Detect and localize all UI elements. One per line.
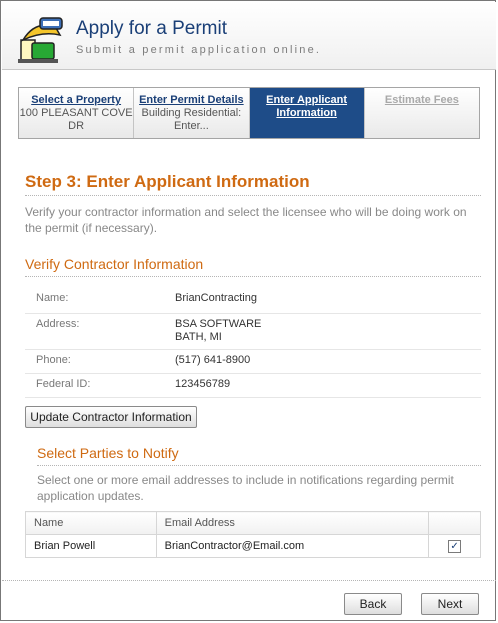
wizard-step-permit-details[interactable]: Enter Permit Details Building Residentia…: [134, 88, 250, 138]
step-heading: Step 3: Enter Applicant Information: [25, 172, 310, 191]
column-header-name: Name: [25, 511, 157, 535]
column-header-email: Email Address: [155, 511, 430, 535]
step-description: Verify your contractor information and s…: [25, 205, 467, 235]
address-line-1: BSA SOFTWARE: [175, 318, 262, 330]
wizard-steps: Select a Property 100 PLEASANT COVE DR E…: [18, 87, 480, 139]
contractor-section-title: Verify Contractor Information: [25, 256, 204, 272]
wizard-step-applicant-info[interactable]: Enter Applicant Information: [249, 88, 365, 138]
page-header: Apply for a Permit Submit a permit appli…: [2, 2, 496, 70]
field-label: Federal ID:: [36, 378, 91, 390]
notify-table: Name Email Address Brian Powell BrianCon…: [25, 511, 481, 558]
wizard-step-title[interactable]: Enter Permit Details: [134, 94, 248, 107]
back-button[interactable]: Back: [344, 593, 402, 615]
table-header-row: Name Email Address: [25, 511, 481, 535]
table-row: Brian Powell BrianContractor@Email.com ✓: [25, 534, 481, 558]
contractor-address-row: Address: BSA SOFTWARE BATH, MI: [25, 313, 481, 350]
field-label: Name:: [36, 292, 69, 304]
footer-divider: [2, 580, 496, 581]
page-subtitle: Submit a permit application online.: [76, 44, 322, 56]
notify-section-title: Select Parties to Notify: [37, 445, 179, 461]
wizard-step-summary: Building Residential: Enter...: [141, 107, 242, 132]
app-window: Apply for a Permit Submit a permit appli…: [0, 0, 496, 621]
party-email: BrianContractor@Email.com: [155, 534, 430, 558]
field-label: Address:: [36, 318, 80, 330]
hardhat-icon: [18, 17, 63, 63]
divider: [37, 465, 481, 466]
field-value: 123456789: [175, 378, 231, 390]
wizard-step-title[interactable]: Enter Applicant Information: [250, 94, 364, 120]
wizard-step-estimate-fees: Estimate Fees: [364, 88, 479, 138]
notify-checkbox[interactable]: ✓: [448, 539, 462, 553]
divider: [25, 276, 481, 277]
party-name: Brian Powell: [25, 534, 157, 558]
field-value: BrianContracting: [175, 292, 257, 304]
divider: [25, 195, 481, 196]
address-line-2: BATH, MI: [175, 331, 222, 343]
contractor-name-row: Name: BrianContracting: [25, 287, 481, 314]
field-label: Phone:: [36, 354, 71, 366]
notify-description: Select one or more email addresses to in…: [37, 473, 454, 503]
field-value: (517) 641-8900: [175, 354, 251, 366]
contractor-federal-id-row: Federal ID: 123456789: [25, 373, 481, 398]
wizard-step-title: Estimate Fees: [384, 94, 459, 106]
contractor-phone-row: Phone: (517) 641-8900: [25, 349, 481, 374]
column-header-select: [428, 511, 481, 535]
update-contractor-button[interactable]: Update Contractor Information: [25, 406, 197, 428]
party-select-cell: ✓: [428, 534, 481, 558]
next-button[interactable]: Next: [421, 593, 479, 615]
wizard-step-summary: 100 PLEASANT COVE DR: [19, 107, 133, 132]
page-title: Apply for a Permit: [76, 18, 227, 39]
wizard-step-select-property[interactable]: Select a Property 100 PLEASANT COVE DR: [19, 88, 135, 138]
wizard-step-title[interactable]: Select a Property: [19, 94, 133, 107]
field-value: BSA SOFTWARE BATH, MI: [175, 318, 261, 344]
